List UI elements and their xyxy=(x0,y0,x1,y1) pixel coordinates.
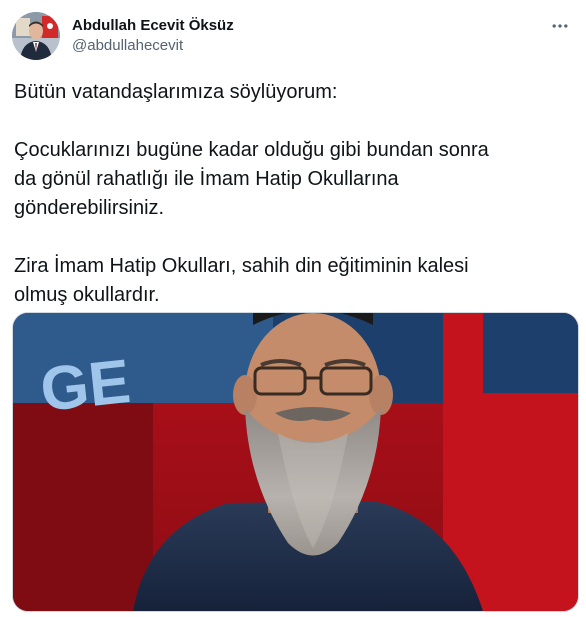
media-overlay-text: GE xyxy=(37,347,133,425)
author-handle[interactable]: @abdullahecevit xyxy=(72,36,234,56)
tweet-header: Abdullah Ecevit Öksüz @abdullahecevit xyxy=(12,12,234,60)
tweet-paragraph: Çocuklarınızı bugüne kadar olduğu gibi b… xyxy=(14,139,489,219)
tweet-media-image[interactable]: GE xyxy=(12,312,579,612)
avatar[interactable] xyxy=(12,12,60,60)
author-display-name[interactable]: Abdullah Ecevit Öksüz xyxy=(72,16,234,36)
media-photo: GE xyxy=(13,313,578,611)
tweet-paragraph: Zira İmam Hatip Okulları, sahih din eğit… xyxy=(14,255,469,306)
author-names: Abdullah Ecevit Öksüz @abdullahecevit xyxy=(72,16,234,56)
tweet-text: Bütün vatandaşlarımıza söylüyorum: Çocuk… xyxy=(14,78,574,310)
tweet-paragraph: Bütün vatandaşlarımıza söylüyorum: xyxy=(14,81,338,103)
avatar-image xyxy=(12,12,60,60)
more-horizontal-icon xyxy=(552,24,568,28)
more-options-button[interactable] xyxy=(548,14,572,38)
tweet: Abdullah Ecevit Öksüz @abdullahecevit Bü… xyxy=(0,0,586,617)
